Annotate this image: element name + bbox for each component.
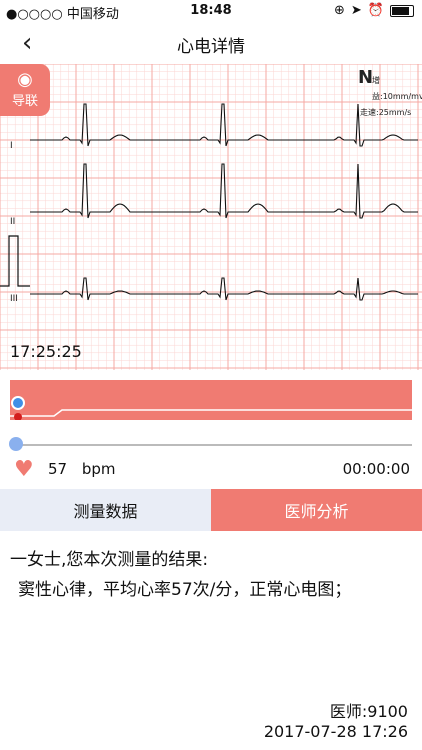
ecg-trace-lead-ii bbox=[30, 163, 418, 219]
record-timeline[interactable] bbox=[10, 380, 412, 420]
status-bar: ●○○○○ 中国移动 18:48 ⊕ ➤ ⏰ bbox=[0, 0, 422, 22]
eye-icon: ◉ bbox=[17, 69, 33, 90]
report-conclusion: 窦性心律，平均心率57次/分，正常心电图； bbox=[18, 580, 352, 600]
ecg-trace-lead-iii bbox=[30, 277, 418, 301]
north-icon: N bbox=[358, 67, 374, 88]
timeline-trace bbox=[10, 409, 412, 417]
ecg-chart: I II III bbox=[0, 64, 422, 370]
playback-slider-knob[interactable] bbox=[9, 437, 23, 451]
lead-button-label: 导联 bbox=[11, 94, 38, 109]
ecg-timestamp: 17:25:25 bbox=[10, 342, 82, 361]
tab-bar: 测量数据 医师分析 bbox=[0, 489, 422, 531]
lead-iii-label: III bbox=[10, 294, 18, 304]
speed-label: 走速:25mm/s bbox=[360, 108, 412, 117]
lock-rotation-icon: ⊕ bbox=[334, 3, 345, 18]
tab-doctor-analysis[interactable]: 医师分析 bbox=[211, 489, 422, 531]
heart-rate-unit: bpm bbox=[81, 460, 116, 478]
report-time: 2017-07-28 17:26 bbox=[263, 722, 408, 741]
heart-rate-value: 57 bbox=[48, 460, 68, 478]
ecg-scale-info: N 增益:10mm/mv 走速:25mm/s bbox=[358, 67, 422, 121]
timeline-start-dot bbox=[14, 413, 22, 420]
tab-measure-data[interactable]: 测量数据 bbox=[0, 489, 211, 531]
status-icons: ⊕ ➤ ⏰ bbox=[334, 3, 414, 18]
timeline-position-marker[interactable] bbox=[11, 396, 25, 410]
playback-duration: 00:00:00 bbox=[342, 460, 410, 478]
location-icon: ➤ bbox=[350, 3, 362, 18]
lead-select-button[interactable]: ◉ 导联 bbox=[0, 64, 50, 116]
playback-slider[interactable] bbox=[10, 444, 412, 446]
lead-ii-label: II bbox=[10, 217, 15, 227]
doctor-signature: 医师:9100 bbox=[329, 702, 408, 721]
nav-bar: ‹ 心电详情 bbox=[0, 22, 422, 64]
heart-icon: ♥ bbox=[14, 457, 34, 482]
page-title: 心电详情 bbox=[177, 37, 245, 57]
report-greeting: 一女士,您本次测量的结果: bbox=[10, 550, 209, 570]
heart-rate: 57 bpm bbox=[48, 460, 116, 478]
lead-i-label: I bbox=[10, 141, 13, 151]
battery-icon bbox=[390, 4, 414, 17]
alarm-icon: ⏰ bbox=[367, 3, 384, 18]
